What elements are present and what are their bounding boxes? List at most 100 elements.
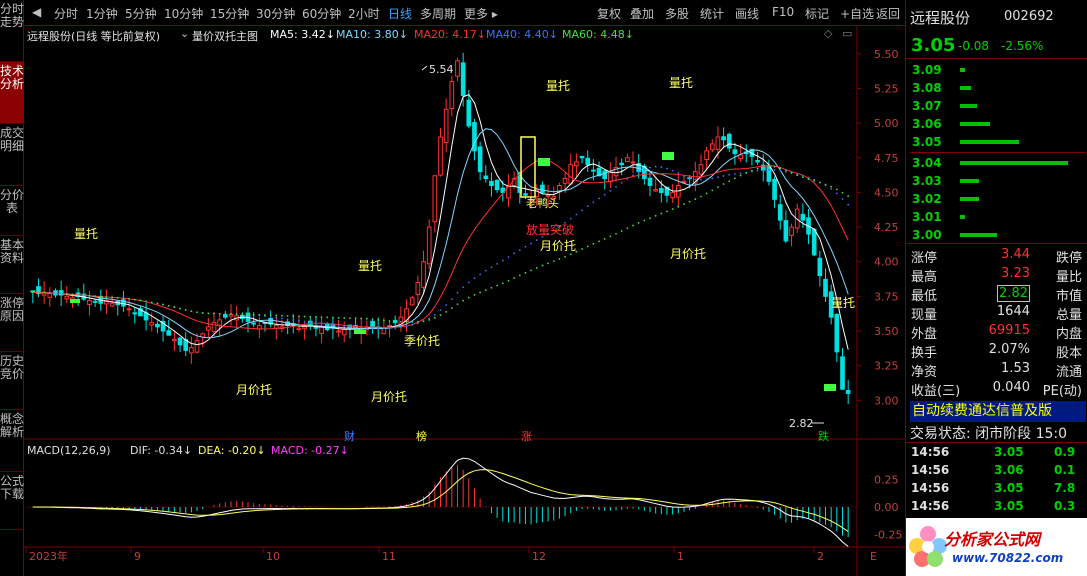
ma60-line-dot <box>349 317 351 320</box>
candle-body <box>823 278 828 297</box>
ma40-line-dot <box>320 322 323 325</box>
quote-info-row: 收益(三) 0.040 PE(动) <box>910 380 1086 399</box>
ma60-line-dot <box>784 169 787 172</box>
quote-info-key: 最低 <box>911 289 938 304</box>
period-tab[interactable]: 15分钟 <box>210 5 249 22</box>
ma40-line-dot <box>405 325 408 328</box>
period-tab-active[interactable]: 日线 <box>388 5 412 22</box>
ma40-line-dot <box>479 273 482 276</box>
ma40-line-dot <box>773 169 776 171</box>
period-tab[interactable]: 1分钟 <box>86 5 118 22</box>
trade-row: 14:56 3.05 0.3 <box>910 499 1086 517</box>
ma60-line-dot <box>303 315 306 318</box>
window-icon[interactable]: ▭ <box>842 27 852 40</box>
ma60-label: MA60: 4.48↓ <box>562 28 634 41</box>
limit-down-marker[interactable]: 跌 <box>818 428 829 444</box>
x-tick-label: 2 <box>817 550 824 563</box>
draw-line-button[interactable]: 画线 <box>735 5 759 22</box>
tab-technical[interactable]: 技术分析 <box>0 62 24 124</box>
ma60-line-dot <box>128 297 130 300</box>
ma60-line-dot <box>484 289 487 291</box>
ma60-line-dot <box>535 267 538 269</box>
order-book-row[interactable]: 3.06 <box>910 115 1086 133</box>
candle-body <box>302 326 307 330</box>
candle-body <box>438 136 443 176</box>
more-menu[interactable]: 更多 ▸ <box>464 5 498 22</box>
candle-body <box>172 338 177 342</box>
candle-body <box>489 180 494 187</box>
ma40-line-dot <box>779 169 782 172</box>
period-tab[interactable]: 60分钟 <box>302 5 341 22</box>
tab-trade-detail[interactable]: 成交明细 <box>0 124 24 186</box>
period-tab[interactable]: 多周期 <box>420 5 456 22</box>
tab-price-table[interactable]: 分价表 <box>0 186 24 236</box>
order-book-row[interactable]: 3.03 <box>910 172 1086 190</box>
back-arrow-icon[interactable]: ◀ <box>32 5 41 19</box>
ma40-line-dot <box>343 325 346 328</box>
trade-status: 交易状态: 闭市阶段 15:0 <box>910 426 1068 442</box>
quote-info-row: 现量 1644 总量 <box>910 304 1086 323</box>
candle-body <box>64 295 70 300</box>
order-book-row[interactable]: 3.07 <box>910 97 1086 115</box>
trade-time: 14:56 <box>911 463 950 477</box>
statistics-button[interactable]: 统计 <box>700 5 724 22</box>
ma60-line-dot <box>677 205 680 208</box>
candle-body <box>443 108 449 144</box>
indicator-name[interactable]: 量价双托主图 <box>192 28 258 44</box>
f10-button[interactable]: F10 <box>772 5 794 19</box>
order-book-row[interactable]: 3.01 <box>910 208 1086 226</box>
tab-history-auction[interactable]: 历史竞价 <box>0 352 24 410</box>
ma10-label: MA10: 3.80↓ <box>336 28 408 41</box>
candle-body <box>217 319 223 326</box>
order-book-row[interactable]: 3.05 <box>910 133 1086 151</box>
y-tick-label: 5.50 <box>874 48 899 61</box>
kline-chart[interactable]: 5.50 5.25 5.00 4.75 4.50 4.25 4.00 3.75 3.50 3.25… <box>24 26 905 576</box>
diamond-icon[interactable]: ◇ <box>824 27 832 40</box>
quote-info-value: 69915 <box>988 323 1030 338</box>
pattern-marker <box>70 299 80 303</box>
ma60-line-dot <box>513 277 516 279</box>
ma40-line-dot <box>507 256 510 258</box>
billboard-marker[interactable]: 榜 <box>416 428 427 444</box>
tab-formula-download[interactable]: 公式下载 <box>0 472 24 530</box>
tab-limit-reason[interactable]: 涨停原因 <box>0 294 24 352</box>
mark-button[interactable]: 标记 <box>805 5 829 22</box>
period-tab[interactable]: 30分钟 <box>256 5 295 22</box>
y-tick-label: 4.50 <box>874 186 899 199</box>
multi-stock-button[interactable]: 多股 <box>665 5 689 22</box>
period-tab[interactable]: 2小时 <box>348 5 380 22</box>
ma60-line-dot <box>479 291 482 294</box>
quote-info-key: 收益(三) <box>911 384 961 399</box>
return-button[interactable]: 返回 <box>876 5 900 22</box>
candle-body <box>466 99 472 127</box>
order-book-row[interactable]: 3.02 <box>910 190 1086 208</box>
overlay-button[interactable]: 叠加 <box>630 5 654 22</box>
ma60-line-dot <box>637 222 640 224</box>
ma60-line-dot <box>433 316 436 319</box>
ma40-line-dot <box>847 203 850 206</box>
order-book-row[interactable]: 3.00 <box>910 226 1086 244</box>
order-book-row[interactable]: 3.04 <box>910 154 1086 172</box>
period-tab[interactable]: 5分钟 <box>125 5 157 22</box>
order-book-row[interactable]: 3.09 <box>910 61 1086 79</box>
period-tab[interactable]: 10分钟 <box>164 5 203 22</box>
chart-canvas[interactable]: 5.50 5.25 5.00 4.75 4.50 4.25 4.00 3.75 3.50 3.25… <box>24 26 905 576</box>
period-tab[interactable]: 分时 <box>54 5 78 22</box>
add-favorite-button[interactable]: +自选 <box>840 5 874 22</box>
promo-ticker[interactable]: 自动续费通达信普及版 <box>910 401 1086 422</box>
ma60-line-dot <box>365 317 368 320</box>
limit-up-marker[interactable]: 涨 <box>521 428 532 444</box>
annotation: 放量突破 <box>526 223 575 237</box>
tab-profile[interactable]: 基本资料 <box>0 236 24 294</box>
finance-marker[interactable]: 财 <box>344 428 355 444</box>
ma60-line-dot <box>467 296 470 299</box>
order-book-row[interactable]: 3.08 <box>910 79 1086 97</box>
trade-time: 14:56 <box>911 481 950 495</box>
chevron-down-icon[interactable]: ⌄ <box>180 27 189 40</box>
quote-info-key2: 量比 <box>1055 270 1082 285</box>
ma60-line-dot <box>71 293 74 296</box>
restore-rights-button[interactable]: 复权 <box>597 5 621 22</box>
candle-body <box>455 60 460 77</box>
tab-concept[interactable]: 概念解析 <box>0 410 24 472</box>
tab-realtime[interactable]: 分时走势 <box>0 0 24 62</box>
